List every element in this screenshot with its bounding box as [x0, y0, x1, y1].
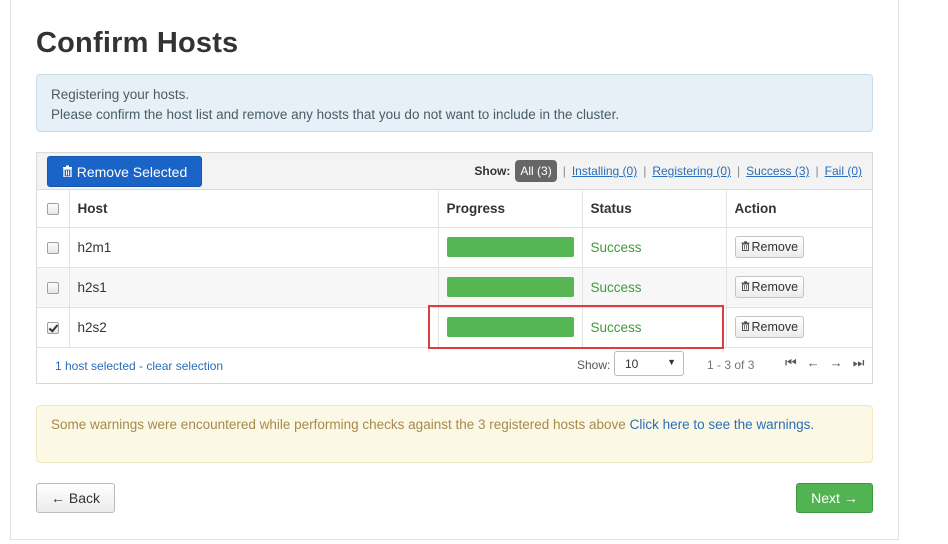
- remove-label: Remove: [751, 280, 799, 294]
- warning-text: Some warnings were encountered while per…: [51, 417, 630, 432]
- action-cell: Remove: [726, 227, 872, 268]
- status-cell: Success: [582, 267, 727, 308]
- action-cell: Remove: [726, 307, 872, 348]
- action-cell: Remove: [726, 267, 872, 308]
- prev-page-icon[interactable]: ←: [807, 355, 820, 371]
- remove-host-button[interactable]: Remove: [734, 276, 805, 298]
- row-checkbox-cell: [37, 267, 70, 308]
- status-filters: Show: All (3) | Installing (0) | Registe…: [474, 160, 862, 182]
- row-checkbox-cell: [37, 227, 70, 268]
- table-row: h2s1 Success Remove: [37, 267, 872, 308]
- page-title: Confirm Hosts: [36, 27, 239, 59]
- row-checkbox[interactable]: [46, 281, 59, 294]
- header-action: Action: [726, 190, 872, 228]
- trash-icon: [741, 320, 750, 334]
- filter-registering[interactable]: Registering (0): [652, 164, 731, 178]
- last-page-icon[interactable]: ⏭: [853, 355, 865, 371]
- select-all-checkbox[interactable]: [46, 203, 59, 216]
- filter-separator: |: [643, 164, 647, 178]
- warning-alert: Some warnings were encountered while per…: [36, 405, 873, 463]
- hosts-toolbar: Remove Selected Show: All (3) | Installi…: [37, 153, 872, 190]
- warnings-link[interactable]: Click here to see the warnings.: [630, 417, 815, 432]
- progress-fill: [446, 237, 574, 257]
- select-all-cell: [37, 190, 70, 228]
- first-page-icon[interactable]: ⏮: [785, 355, 797, 371]
- chevron-down-icon: ▼: [667, 357, 676, 367]
- host-name: h2s2: [69, 307, 439, 348]
- status-cell: Success: [582, 227, 727, 268]
- progress-cell: [438, 267, 583, 308]
- header-progress[interactable]: Progress: [438, 190, 583, 228]
- back-button[interactable]: ← Back: [36, 483, 115, 513]
- info-line-1: Registering your hosts.: [51, 87, 190, 102]
- header-host[interactable]: Host: [69, 190, 439, 228]
- trash-icon: [741, 280, 750, 294]
- page-size-value: 10: [625, 357, 639, 371]
- filter-separator: |: [737, 164, 741, 178]
- selection-info[interactable]: 1 host selected - clear selection: [55, 359, 223, 373]
- remove-label: Remove: [751, 240, 799, 254]
- filter-separator: |: [815, 164, 819, 178]
- next-page-icon[interactable]: →: [830, 355, 843, 371]
- progress-bar: [446, 237, 574, 257]
- host-name: h2s1: [69, 267, 439, 308]
- pager-nav: ⏮ ← → ⏭: [785, 355, 864, 371]
- table-row: h2m1 Success Remove: [37, 227, 872, 268]
- next-button[interactable]: Next →: [796, 483, 873, 513]
- filter-installing[interactable]: Installing (0): [572, 164, 637, 178]
- highlight-box: [428, 305, 724, 349]
- row-checkbox-cell: [37, 307, 70, 348]
- remove-selected-button[interactable]: Remove Selected: [47, 156, 202, 187]
- progress-fill: [446, 277, 574, 297]
- header-status[interactable]: Status: [582, 190, 727, 228]
- filter-separator: |: [562, 164, 566, 178]
- page-size-label: Show:: [577, 358, 611, 372]
- table-pager: 1 host selected - clear selection Show: …: [37, 347, 872, 383]
- filter-show-label: Show:: [474, 164, 511, 178]
- status-text[interactable]: Success: [591, 240, 642, 255]
- remove-host-button[interactable]: Remove: [734, 236, 805, 258]
- remove-host-button[interactable]: Remove: [734, 316, 805, 338]
- filter-all[interactable]: All (3): [515, 160, 557, 182]
- hosts-panel: Remove Selected Show: All (3) | Installi…: [36, 152, 873, 384]
- trash-icon: [62, 164, 73, 180]
- status-text[interactable]: Success: [591, 280, 642, 295]
- remove-label: Remove: [751, 320, 799, 334]
- page-range: 1 - 3 of 3: [707, 358, 755, 372]
- row-checkbox[interactable]: [46, 321, 59, 334]
- host-name: h2m1: [69, 227, 439, 268]
- progress-bar: [446, 277, 574, 297]
- filter-success[interactable]: Success (3): [746, 164, 809, 178]
- progress-cell: [438, 227, 583, 268]
- remove-selected-label: Remove Selected: [76, 163, 188, 180]
- info-line-2: Please confirm the host list and remove …: [51, 107, 620, 122]
- info-alert: Registering your hosts. Please confirm t…: [36, 74, 873, 132]
- page-size-select[interactable]: 10 ▼: [614, 351, 684, 376]
- filter-fail[interactable]: Fail (0): [825, 164, 862, 178]
- row-checkbox[interactable]: [46, 241, 59, 254]
- table-header-row: Host Progress Status Action: [37, 190, 872, 228]
- trash-icon: [741, 240, 750, 254]
